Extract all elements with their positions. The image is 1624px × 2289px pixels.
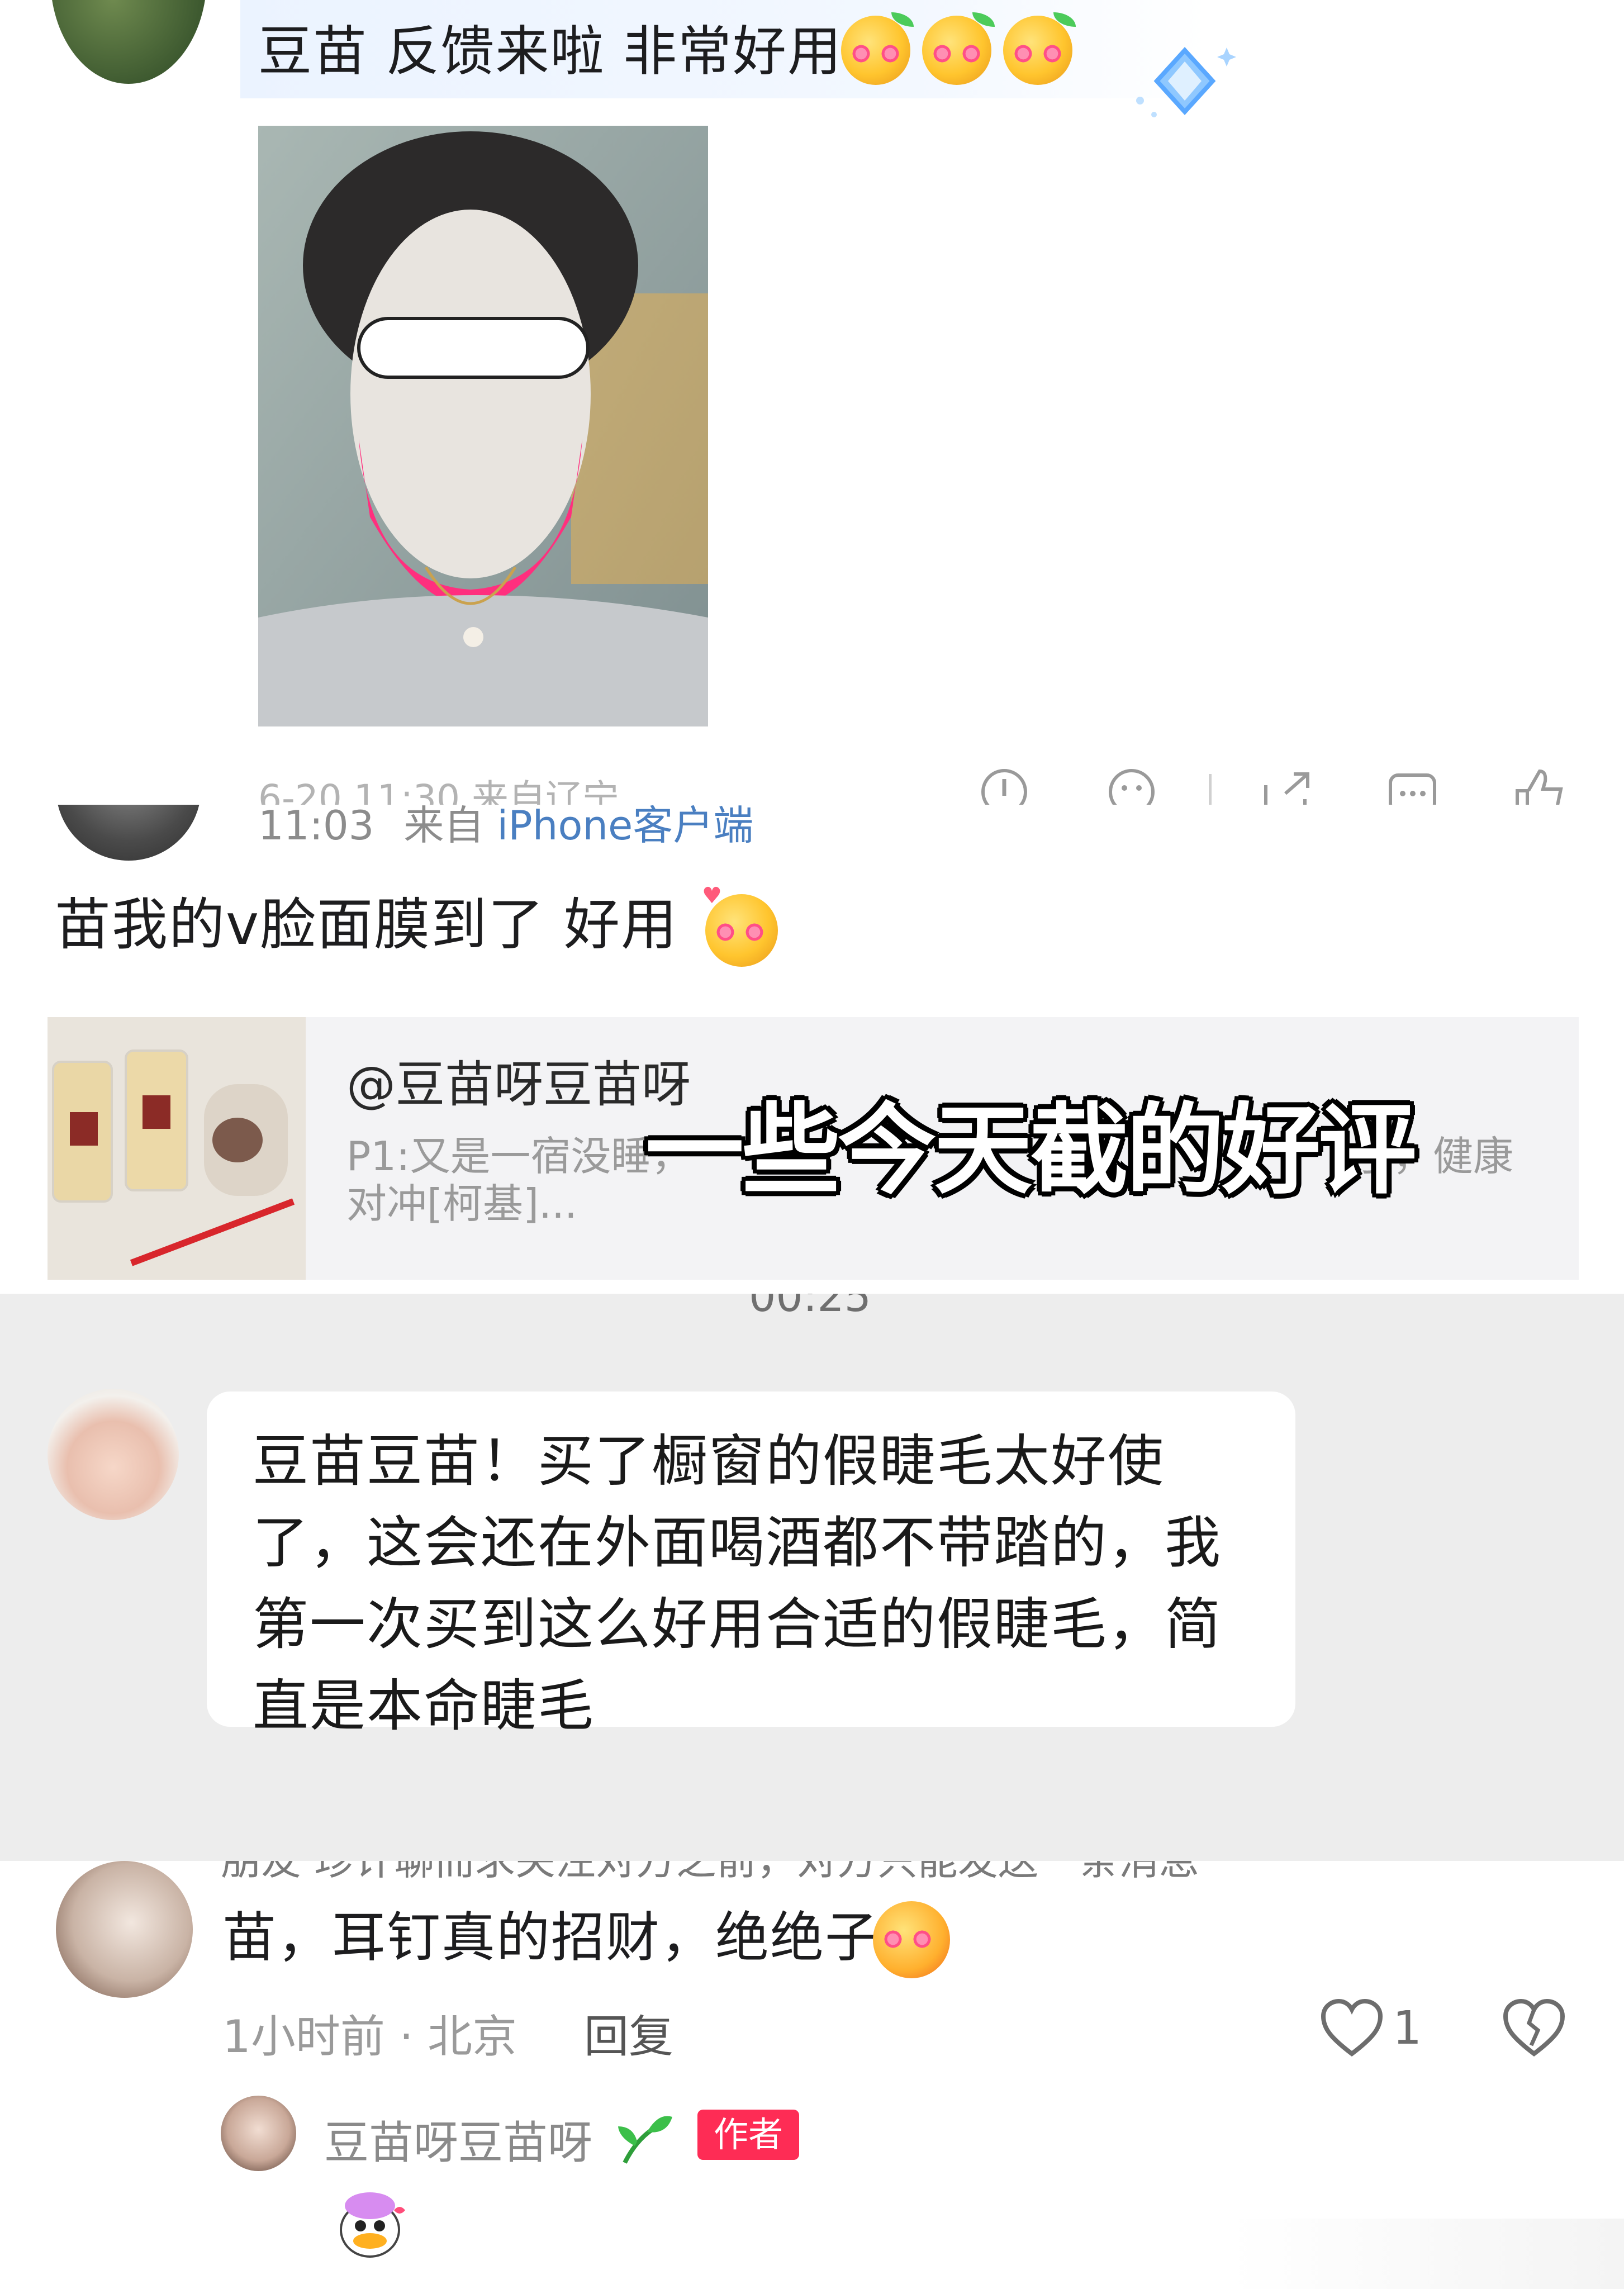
alert-icon[interactable] <box>979 767 1029 805</box>
like-icon[interactable] <box>1512 766 1568 805</box>
toolbar-divider <box>1209 774 1212 805</box>
post-time: 11:03 <box>258 805 374 849</box>
flower-emoji-icon <box>1003 12 1076 85</box>
video-duration: 00:25 <box>749 1294 872 1321</box>
like-count: 1 <box>1393 2002 1422 2055</box>
reply-button[interactable]: 回复 <box>584 2001 673 2065</box>
sprout-icon <box>618 2116 672 2164</box>
reply-username[interactable]: 豆苗呀豆苗呀 <box>324 2107 592 2172</box>
post-source-link[interactable]: iPhone客户端 <box>497 805 753 849</box>
comment-icon[interactable] <box>1386 768 1439 805</box>
post-source-prefix: 来自 <box>403 805 485 849</box>
post-meta: 6-20 11:30 来自辽宁 <box>258 777 619 805</box>
author-badge: 作者 <box>697 2110 799 2160</box>
chat-section: 00:25 豆苗豆苗！买了橱窗的假睫毛太好使了，这会还在外面喝酒都不带踏的，我第… <box>0 1294 1624 1861</box>
avatar[interactable] <box>50 0 207 84</box>
avatar[interactable] <box>221 2096 296 2171</box>
sad-face-icon[interactable] <box>1107 767 1157 805</box>
flower-emoji-icon <box>841 12 914 85</box>
shared-post-thumbnail <box>48 1017 306 1280</box>
comment-text: 苗，耳钉真的招财，绝绝子 <box>222 1906 880 1969</box>
weibo-comment-section: 11:03 来自 iPhone客户端 苗我的v脸面膜到了 好用 ♥ @豆苗呀豆苗… <box>0 805 1624 1294</box>
share-icon[interactable] <box>1260 768 1313 805</box>
heart-icon[interactable] <box>1320 1998 1384 2059</box>
post-text: 苗我的v脸面膜到了 好用 <box>55 892 678 957</box>
avatar[interactable] <box>56 805 201 861</box>
cartoon-sticker-icon <box>340 2192 405 2258</box>
bottom-fade <box>1229 2219 1624 2289</box>
avatar[interactable] <box>56 1861 193 1998</box>
laughing-emoji-icon: ♥ <box>702 883 778 967</box>
weibo-post-section: 豆苗 反馈来啦 非常好用 6-20 11:30 来自辽宁 <box>0 0 1624 805</box>
diamond-sparkle-icon <box>1136 47 1236 117</box>
flower-emoji-icon <box>922 12 995 85</box>
shared-post-title: @豆苗呀豆苗呀 <box>346 1056 691 1113</box>
overlay-caption: 一些今天截的好评 <box>645 1093 1417 1208</box>
post-meta: 11:03 来自 iPhone客户端 <box>258 805 753 851</box>
author-badge-label: 作者 <box>713 2114 783 2155</box>
heart-eyes-emoji-icon <box>873 1901 950 1978</box>
chat-notice: 朋友 珍计聊而求关注对方之前，对方只能发送一条消息 <box>221 1861 1199 1886</box>
face-mask-photo <box>258 126 708 726</box>
comment-time-location: 1小时前 · 北京 <box>222 2011 517 2063</box>
dislike-heart-icon[interactable] <box>1502 1998 1566 2059</box>
chat-message-bubble[interactable]: 豆苗豆苗！买了橱窗的假睫毛太好使了，这会还在外面喝酒都不带踏的，我第一次买到这么… <box>207 1392 1295 1739</box>
shared-post-excerpt-line2: 对冲[柯基]... <box>346 1180 577 1227</box>
avatar[interactable] <box>48 1389 179 1520</box>
chat-message-text: 豆苗豆苗！买了橱窗的假睫毛太好使了，这会还在外面喝酒都不带踏的，我第一次买到这么… <box>253 1428 1222 1739</box>
post-text: 豆苗 反馈来啦 非常好用 <box>258 20 843 83</box>
douyin-comment-section: 朋友 珍计聊而求关注对方之前，对方只能发送一条消息 苗，耳钉真的招财，绝绝子 1… <box>0 1861 1624 2289</box>
post-photo[interactable] <box>258 126 708 726</box>
